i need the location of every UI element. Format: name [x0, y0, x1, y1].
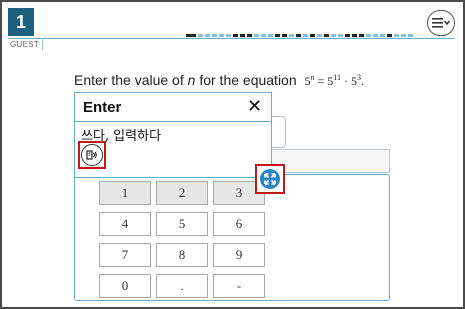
progress-segment: [324, 34, 329, 37]
progress-segment: [387, 34, 392, 37]
expand-button-highlight: [255, 164, 285, 194]
progress-segment: [205, 34, 210, 37]
header-divider: [8, 38, 454, 39]
audio-speaker-icon: [86, 150, 97, 160]
progress-segment: [275, 34, 280, 37]
progress-segment: [282, 34, 287, 37]
menu-button[interactable]: [427, 10, 455, 36]
keypad-key[interactable]: 8: [156, 243, 208, 267]
progress-segment: [289, 34, 294, 37]
keypad-key[interactable]: 6: [213, 212, 265, 236]
progress-segment: [233, 34, 238, 37]
guest-label: GUEST: [10, 40, 40, 49]
audio-button-highlight: [78, 141, 106, 169]
progress-segment: [268, 34, 273, 37]
progress-segment: [303, 34, 308, 37]
progress-segment: [373, 34, 378, 37]
progress-segment: [212, 34, 217, 37]
keypad-key[interactable]: 1: [99, 181, 151, 205]
progress-segment: [408, 34, 413, 37]
keypad-key[interactable]: .: [156, 274, 208, 298]
keypad-key[interactable]: 9: [213, 243, 265, 267]
menu-dropdown-icon: [432, 18, 450, 28]
keypad-key[interactable]: 5: [156, 212, 208, 236]
keypad-key[interactable]: 7: [99, 243, 151, 267]
expand-button[interactable]: [260, 169, 280, 189]
keypad-key[interactable]: -: [213, 274, 265, 298]
glossary-popup-header: Enter ✕: [75, 93, 271, 122]
question-number-badge: 1: [8, 8, 34, 36]
progress-segment: [247, 34, 252, 37]
progress-segment: [401, 34, 406, 37]
progress-segment: [394, 34, 399, 37]
progress-segment: [366, 34, 371, 37]
progress-segment: [240, 34, 245, 37]
progress-segment: [254, 34, 259, 37]
progress-segment: [226, 34, 231, 37]
progress-segment: [338, 34, 343, 37]
audio-button[interactable]: [81, 144, 103, 166]
expand-arrows-icon: [264, 173, 276, 185]
progress-indicator: [186, 34, 413, 37]
progress-segment: [380, 34, 385, 37]
progress-segment: [352, 34, 357, 37]
numeric-keypad: 1234567890.-: [74, 174, 390, 301]
progress-segment: [345, 34, 350, 37]
question-prompt: Enter the value of n for the equation 5n…: [74, 72, 364, 89]
progress-segment: [198, 34, 203, 37]
progress-segment: [317, 34, 322, 37]
equation: 5n = 511 · 53.: [304, 73, 364, 88]
progress-segment: [331, 34, 336, 37]
keypad-key[interactable]: 4: [99, 212, 151, 236]
prompt-text-before: Enter the value of: [74, 72, 188, 88]
prompt-text-after: for the equation: [195, 72, 301, 88]
progress-segment: [186, 34, 196, 37]
close-icon[interactable]: ✕: [247, 97, 262, 115]
keypad-key[interactable]: 2: [156, 181, 208, 205]
progress-segment: [310, 34, 315, 37]
keypad-key[interactable]: 0: [99, 274, 151, 298]
glossary-term: Enter: [83, 99, 122, 116]
progress-segment: [296, 34, 301, 37]
progress-segment: [219, 34, 224, 37]
progress-segment: [261, 34, 266, 37]
progress-segment: [359, 34, 364, 37]
